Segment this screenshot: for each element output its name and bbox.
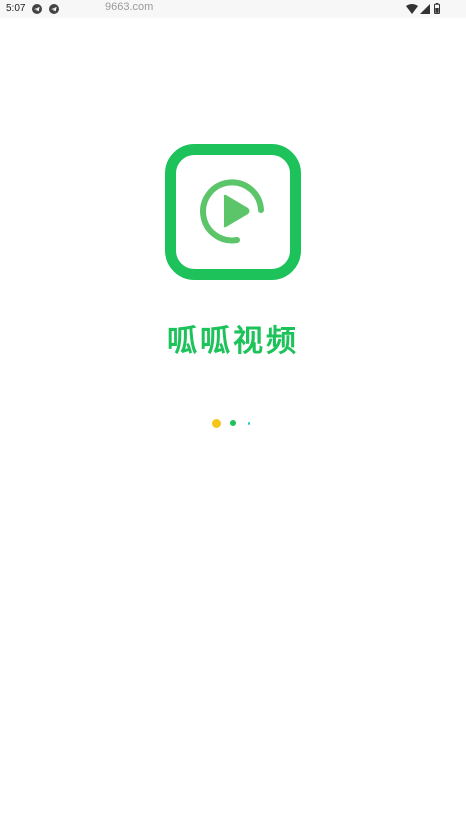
cellular-signal-icon [420,4,430,14]
loading-indicator [0,415,466,431]
status-time: 5:07 [6,3,26,14]
app-logo [165,144,301,280]
battery-icon [434,3,440,14]
watermark: 9663.com [105,1,154,13]
app-name: 呱呱视频 [167,324,299,359]
telegram-icon [32,4,42,14]
wifi-icon [406,4,418,14]
status-right-icons [406,3,446,15]
status-bar: 5:07 [0,0,466,18]
telegram-icon [49,4,59,14]
loading-dot [230,420,236,426]
loading-dot [212,419,221,428]
loading-dot [248,422,250,425]
